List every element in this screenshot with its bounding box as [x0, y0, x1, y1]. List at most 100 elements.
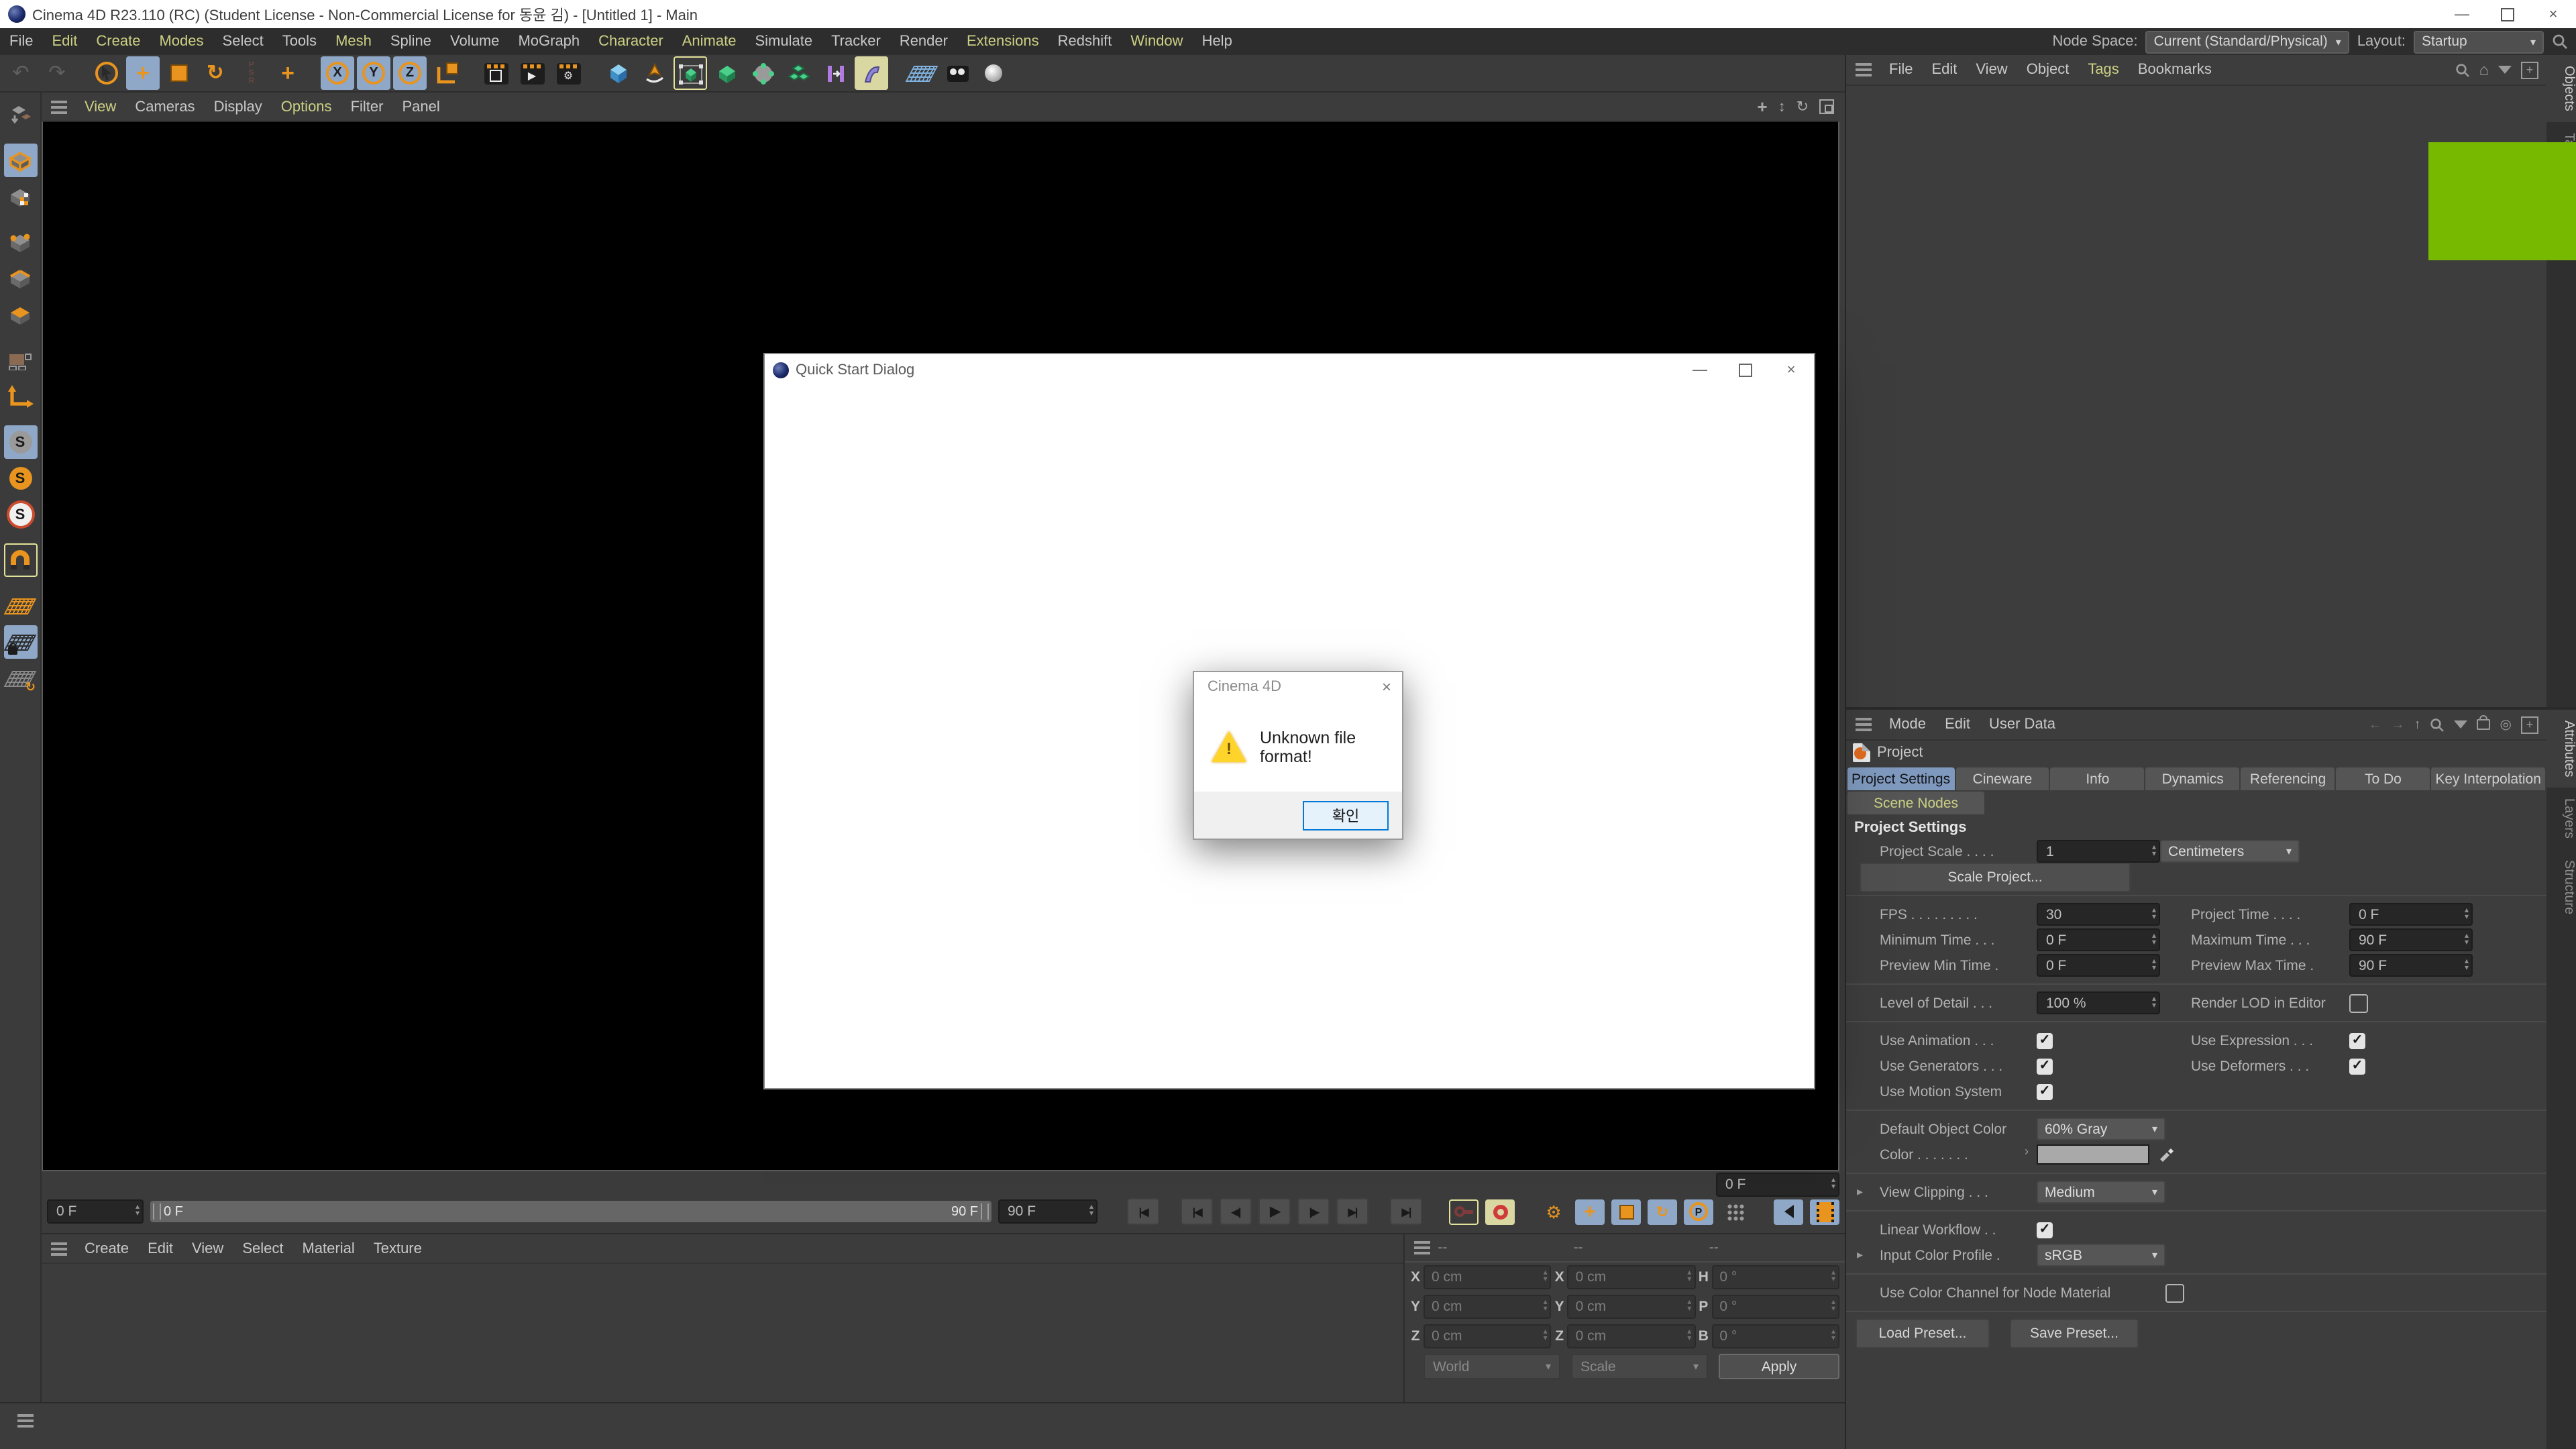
material-menu-item[interactable]: Texture — [364, 1240, 431, 1256]
tab-key-interpolation[interactable]: Key Interpolation — [2431, 767, 2545, 790]
viewport-menu-item[interactable]: View — [75, 99, 125, 115]
preview-max-time-field[interactable]: 90 F ▴ ▾ — [2349, 954, 2473, 977]
search-icon[interactable] — [2430, 717, 2445, 732]
menubar-item[interactable]: Help — [1193, 34, 1242, 50]
menubar-item[interactable]: Modes — [150, 34, 213, 50]
close-button[interactable]: × — [1768, 354, 1814, 386]
key-point-level-toggle[interactable] — [1720, 1199, 1750, 1224]
preview-min-time-field[interactable]: 0 F ▴ ▾ — [2037, 954, 2160, 977]
rotation-h-field[interactable]: 0 ° ▴ ▾ — [1711, 1265, 1839, 1289]
color-swatch[interactable] — [2037, 1144, 2149, 1165]
key-rotation-toggle[interactable]: ↻ — [1648, 1199, 1677, 1224]
attribute-menu-item[interactable]: Mode — [1880, 716, 1935, 733]
expand-icon[interactable]: › — [2025, 1144, 2029, 1158]
use-color-channel-checkbox[interactable]: ✓ — [2165, 1283, 2184, 1302]
workplane-button[interactable] — [3, 589, 37, 623]
menubar-item[interactable]: Volume — [441, 34, 508, 50]
menubar-item[interactable]: MoGraph — [508, 34, 589, 50]
minimize-button[interactable]: — — [1677, 354, 1723, 386]
goto-end-button[interactable]: ▶| — [1390, 1198, 1422, 1225]
dolly-view-icon[interactable]: ↕ — [1778, 99, 1786, 115]
goto-next-key-button[interactable]: ▶| — [1336, 1198, 1368, 1225]
psr-recent-tool[interactable]: PSR — [235, 56, 268, 90]
light-object-button[interactable] — [977, 56, 1010, 90]
input-color-profile-dropdown[interactable]: sRGB ▾ — [2037, 1244, 2165, 1267]
hamburger-icon[interactable] — [51, 100, 67, 103]
render-lod-checkbox[interactable]: ✓ — [2349, 994, 2368, 1012]
attribute-menu-item[interactable]: User Data — [1980, 716, 2065, 733]
fps-field[interactable]: 30 ▴ ▾ — [2037, 903, 2160, 926]
move-tool[interactable]: + — [126, 56, 160, 90]
enable-axis-button[interactable] — [3, 380, 37, 413]
maximize-button[interactable] — [2485, 0, 2530, 28]
timeline-range-slider[interactable]: 0 F 90 F — [150, 1201, 991, 1222]
play-button[interactable]: ▶ — [1258, 1198, 1291, 1225]
goto-prev-key-button[interactable]: |◀ — [1181, 1198, 1213, 1225]
record-keyframe-button[interactable] — [1485, 1199, 1515, 1224]
use-deformers-checkbox[interactable]: ✓ — [2349, 1058, 2365, 1074]
menubar-item[interactable]: Render — [890, 34, 957, 50]
lock-z-axis-button[interactable]: Z — [393, 56, 427, 90]
save-preset-button[interactable]: Save Preset... — [2010, 1319, 2139, 1348]
use-generators-checkbox[interactable]: ✓ — [2037, 1058, 2053, 1074]
menubar-item[interactable]: Tracker — [822, 34, 890, 50]
snap-button[interactable] — [3, 543, 37, 577]
render-settings-button[interactable]: ⚙ — [551, 56, 585, 90]
project-time-field[interactable]: 0 F ▴ ▾ — [2349, 903, 2473, 926]
tab-info[interactable]: Info — [2050, 767, 2145, 790]
planar-workplane-button[interactable]: ↻ — [3, 661, 37, 695]
live-selection-tool[interactable] — [90, 56, 123, 90]
search-icon[interactable] — [2455, 62, 2470, 77]
history-forward-icon[interactable]: → — [2392, 717, 2405, 732]
menubar-item[interactable]: Redshift — [1049, 34, 1122, 50]
pan-view-icon[interactable]: + — [1757, 97, 1767, 117]
generator-button[interactable] — [710, 56, 743, 90]
scale-tool[interactable] — [162, 56, 196, 90]
tab-scene-nodes[interactable]: Scene Nodes — [1847, 792, 1984, 814]
tab-dynamics[interactable]: Dynamics — [2145, 767, 2240, 790]
object-manager-menu-item[interactable]: Tags — [2078, 62, 2129, 78]
end-frame-spinner[interactable]: 90 F ▴ ▾ — [998, 1199, 1097, 1224]
polygon-mode-button[interactable] — [3, 298, 37, 331]
viewport-menu-item[interactable]: Cameras — [125, 99, 204, 115]
use-motion-system-checkbox[interactable]: ✓ — [2037, 1083, 2053, 1099]
animation-mode-button[interactable] — [3, 343, 37, 377]
goto-start-button[interactable]: |◀ — [1127, 1198, 1159, 1225]
viewport-solo-hierarchy-button[interactable]: S — [3, 498, 37, 531]
hamburger-icon[interactable] — [1856, 718, 1872, 720]
key-scale-toggle[interactable] — [1611, 1199, 1641, 1224]
ok-button[interactable]: 확인 — [1303, 800, 1389, 830]
lock-y-axis-button[interactable]: Y — [357, 56, 390, 90]
add-cube-primitive-button[interactable] — [601, 56, 635, 90]
object-manager-menu-item[interactable]: Bookmarks — [2129, 62, 2221, 78]
menubar-item[interactable]: File — [0, 34, 42, 50]
material-menu-item[interactable]: Edit — [138, 1240, 182, 1256]
object-manager-menu-item[interactable]: Object — [2017, 62, 2079, 78]
viewport-solo-off-button[interactable]: S — [3, 425, 37, 459]
project-scale-unit-dropdown[interactable]: Centimeters ▾ — [2160, 840, 2300, 863]
rotation-b-field[interactable]: 0 ° ▴ ▾ — [1711, 1324, 1839, 1348]
view-clipping-dropdown[interactable]: Medium ▾ — [2037, 1181, 2165, 1203]
pen-spline-tool[interactable] — [637, 56, 671, 90]
project-scale-field[interactable]: 1 ▴ ▾ — [2037, 840, 2160, 863]
layout-dropdown[interactable]: Startup ▾ — [2414, 30, 2544, 53]
viewport-solo-single-button[interactable]: S — [3, 462, 37, 495]
scale-y-field[interactable]: 0 cm ▴ ▾ — [1567, 1295, 1696, 1319]
menubar-item[interactable]: Create — [87, 34, 150, 50]
filter-icon[interactable] — [2498, 66, 2512, 74]
tab-objects[interactable]: Objects — [2546, 55, 2576, 122]
menubar-item[interactable]: Tools — [273, 34, 326, 50]
material-menu-item[interactable]: Select — [233, 1240, 292, 1256]
maximize-button[interactable] — [1723, 354, 1768, 386]
toggle-view-icon[interactable] — [1819, 99, 1834, 114]
apply-button[interactable]: Apply — [1719, 1354, 1839, 1379]
viewport-menu-item[interactable]: Filter — [341, 99, 393, 115]
texture-mode-button[interactable] — [3, 180, 37, 213]
use-expression-checkbox[interactable]: ✓ — [2349, 1032, 2365, 1049]
menubar-item[interactable]: Select — [213, 34, 273, 50]
coordinate-space-dropdown[interactable]: World ▾ — [1424, 1354, 1560, 1379]
material-menu-item[interactable]: Material — [292, 1240, 364, 1256]
render-to-picture-viewer-button[interactable]: ▶ — [515, 56, 549, 90]
viewport-menu-item[interactable]: Panel — [392, 99, 449, 115]
maximum-time-field[interactable]: 90 F ▴ ▾ — [2349, 928, 2473, 951]
